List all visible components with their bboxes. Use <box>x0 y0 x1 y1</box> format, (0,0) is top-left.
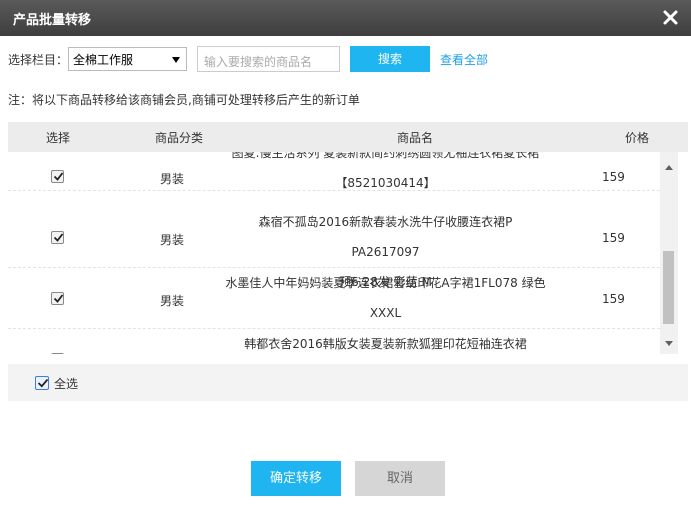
header-name: 商品名 <box>397 131 434 145</box>
search-button[interactable]: 搜索 <box>350 46 430 72</box>
product-table-body: 男装 图夏.慢生活系列 夏装新款简约刺绣圆领无袖连衣裙夏长裙 【85210304… <box>8 152 688 354</box>
transfer-note: 注：将以下商品转移给该商铺会员,商铺可处理转移后产生的新订单 <box>8 93 360 107</box>
view-all-link[interactable]: 查看全部 <box>440 51 488 68</box>
table-header: 选择 商品分类 商品名 价格 <box>8 122 688 152</box>
category-filter-label: 选择栏目： <box>8 53 69 67</box>
table-row: 韩都衣舍2016韩版女装夏装新款狐狸印花短袖连衣裙 <box>8 329 660 354</box>
row-product-name-line1: 水墨佳人中年妈妈装夏季连衣裙雪纺印花A字裙1FL078 绿色 <box>225 276 546 290</box>
row-product-name: 图夏.慢生活系列 夏装新款简约刺绣圆领无袖连衣裙夏长裙 【8521030414】 <box>223 152 548 198</box>
row-checkbox[interactable] <box>51 292 64 305</box>
search-placeholder: 输入要搜索的商品名 <box>204 55 313 69</box>
row-category: 男装 <box>160 233 185 247</box>
product-search-input[interactable]: 输入要搜索的商品名 <box>197 46 340 72</box>
row-product-name-line2: 【8521030414】 <box>335 176 436 190</box>
row-product-name: 韩都衣舍2016韩版女装夏装新款狐狸印花短袖连衣裙 <box>223 329 548 354</box>
scroll-up-arrow-icon[interactable] <box>665 165 673 170</box>
category-select[interactable]: 全棉工作服 <box>68 47 187 71</box>
table-row: 男装 水墨佳人中年妈妈装夏季连衣裙雪纺印花A字裙1FL078 绿色 XXXL 1… <box>8 268 660 329</box>
row-product-name: 水墨佳人中年妈妈装夏季连衣裙雪纺印花A字裙1FL078 绿色 XXXL <box>223 268 548 328</box>
table-row: 男装 森宿不孤岛2016新款春装水洗牛仔收腰连衣裙P PA2617097 预6.… <box>8 207 660 289</box>
row-product-name-line1: 韩都衣舍2016韩版女装夏装新款狐狸印花短袖连衣裙 <box>244 337 527 351</box>
select-all-checkbox[interactable] <box>35 376 49 390</box>
cancel-button[interactable]: 取消 <box>355 461 445 496</box>
header-category: 商品分类 <box>155 131 204 145</box>
row-price: 159 <box>602 170 625 184</box>
dialog-titlebar: 产品批量转移 <box>0 0 691 36</box>
select-all-label[interactable]: 全选 <box>54 375 78 392</box>
row-checkbox[interactable] <box>51 170 64 183</box>
row-category: 男装 <box>160 172 185 186</box>
dialog-title: 产品批量转移 <box>13 13 92 28</box>
header-price: 价格 <box>625 131 650 145</box>
dropdown-arrow-icon <box>172 57 180 63</box>
confirm-transfer-button[interactable]: 确定转移 <box>251 461 341 496</box>
row-price: 159 <box>602 292 625 306</box>
scroll-down-arrow-icon[interactable] <box>665 341 673 346</box>
close-icon[interactable] <box>661 6 681 28</box>
category-select-value: 全棉工作服 <box>73 53 134 67</box>
row-price: 159 <box>602 231 625 245</box>
row-category: 男装 <box>160 294 185 308</box>
row-product-name-line1: 森宿不孤岛2016新款春装水洗牛仔收腰连衣裙P PA2617097 <box>258 215 513 259</box>
row-checkbox[interactable] <box>51 353 64 354</box>
row-checkbox[interactable] <box>51 231 64 244</box>
row-product-name-line1: 图夏.慢生活系列 夏装新款简约刺绣圆领无袖连衣裙夏长裙 <box>231 152 540 160</box>
table-scrollbar[interactable] <box>660 152 678 354</box>
scrollbar-thumb[interactable] <box>663 251 674 324</box>
table-row: 男装 图夏.慢生活系列 夏装新款简约刺绣圆领无袖连衣裙夏长裙 【85210304… <box>8 152 660 191</box>
row-product-name-line2: XXXL <box>369 306 402 320</box>
select-all-bar: 全选 <box>8 364 688 401</box>
header-select: 选择 <box>46 131 71 145</box>
